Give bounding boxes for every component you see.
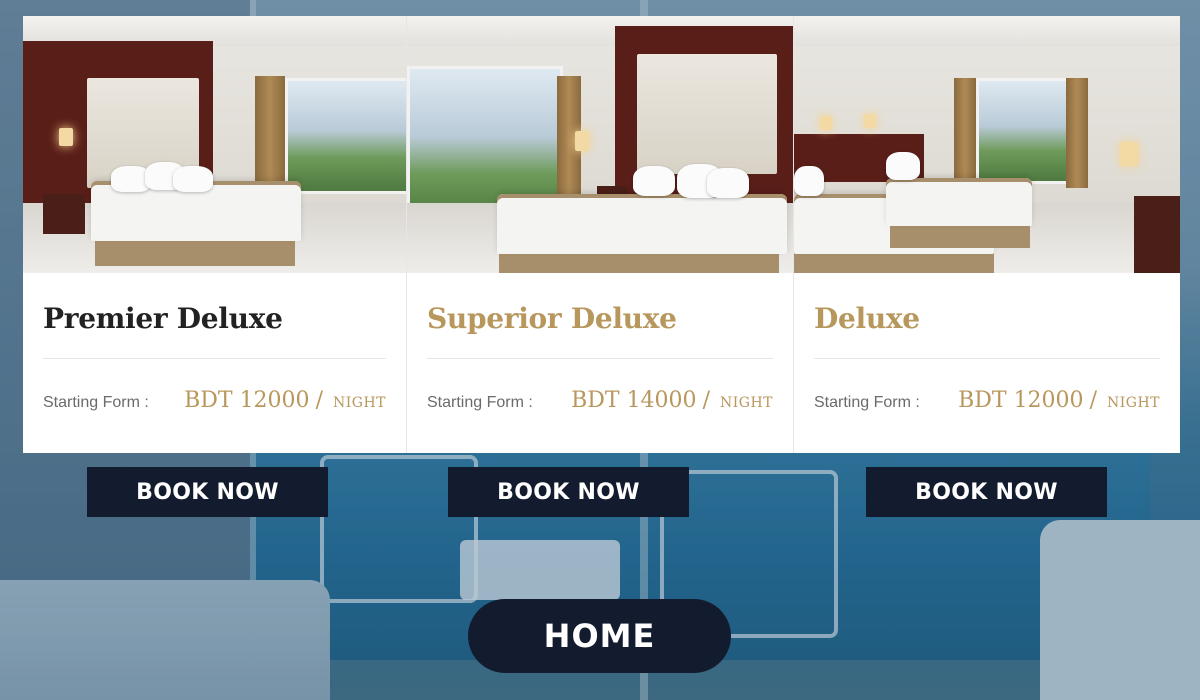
price-amount: 12000 [1013, 388, 1084, 413]
room-price: BDT 12000/NIGHT [184, 388, 386, 413]
price-unit: NIGHT [1106, 395, 1160, 411]
room-cards: Premier Deluxe Starting Form : BDT 12000… [23, 16, 1180, 453]
room-price: BDT 14000/NIGHT [571, 388, 773, 413]
room-card: Deluxe Starting Form : BDT 12000/NIGHT [793, 16, 1180, 453]
book-now-button[interactable]: BOOK NOW [448, 467, 689, 517]
home-button[interactable]: HOME [468, 599, 731, 673]
starting-label: Starting Form : [814, 394, 920, 411]
price-row: Starting Form : BDT 12000/NIGHT [814, 388, 1160, 422]
price-unit: NIGHT [332, 395, 386, 411]
divider [814, 358, 1160, 359]
price-unit: NIGHT [719, 395, 773, 411]
room-photo[interactable] [407, 16, 793, 273]
room-price: BDT 12000/NIGHT [958, 388, 1160, 413]
room-card: Superior Deluxe Starting Form : BDT 1400… [406, 16, 793, 453]
book-now-button[interactable]: BOOK NOW [87, 467, 328, 517]
starting-label: Starting Form : [427, 394, 533, 411]
divider [427, 358, 773, 359]
book-now-button[interactable]: BOOK NOW [866, 467, 1107, 517]
price-amount: 14000 [626, 388, 697, 413]
room-title[interactable]: Deluxe [814, 302, 920, 335]
starting-label: Starting Form : [43, 394, 149, 411]
price-currency: BDT [571, 388, 620, 413]
room-photo[interactable] [23, 16, 406, 273]
room-title[interactable]: Premier Deluxe [43, 302, 283, 335]
price-currency: BDT [184, 388, 233, 413]
room-photo[interactable] [794, 16, 1180, 273]
price-amount: 12000 [239, 388, 310, 413]
divider [43, 358, 386, 359]
booking-page: Premier Deluxe Starting Form : BDT 12000… [0, 0, 1200, 700]
room-title[interactable]: Superior Deluxe [427, 302, 677, 335]
price-currency: BDT [958, 388, 1007, 413]
price-row: Starting Form : BDT 14000/NIGHT [427, 388, 773, 422]
room-card: Premier Deluxe Starting Form : BDT 12000… [23, 16, 406, 453]
price-row: Starting Form : BDT 12000/NIGHT [43, 388, 386, 422]
